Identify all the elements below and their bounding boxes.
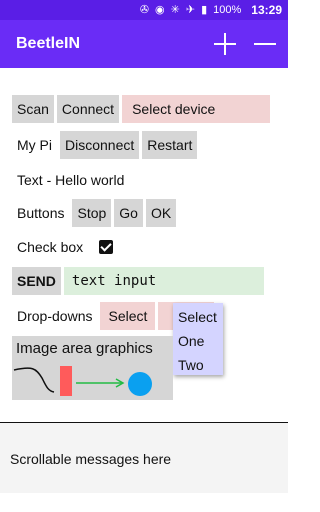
add-icon[interactable] bbox=[214, 33, 236, 55]
row-send: SEND text input bbox=[12, 267, 264, 295]
bluetooth-icon: ✳ bbox=[170, 3, 180, 16]
dropdown-menu: Select One Two bbox=[173, 303, 223, 375]
blue-circle bbox=[128, 372, 152, 396]
text-label: Text - Hello world bbox=[12, 166, 130, 194]
restart-button[interactable]: Restart bbox=[142, 131, 198, 159]
connect-button[interactable]: Connect bbox=[56, 95, 120, 123]
checkbox-label: Check box bbox=[12, 233, 89, 261]
row-text: Text - Hello world bbox=[12, 166, 130, 194]
disconnect-button[interactable]: Disconnect bbox=[60, 131, 140, 159]
check-box[interactable] bbox=[99, 240, 114, 254]
dropdowns-label: Drop-downs bbox=[12, 302, 98, 330]
remove-icon[interactable] bbox=[254, 33, 276, 55]
buttons-label: Buttons bbox=[12, 199, 70, 227]
app-title: BeetleIN bbox=[16, 35, 81, 52]
dropdown-option-two[interactable]: Two bbox=[178, 353, 223, 377]
send-button[interactable]: SEND bbox=[12, 267, 61, 295]
row-buttons: Buttons Stop Go OK bbox=[12, 199, 177, 227]
curve-line bbox=[13, 367, 55, 393]
usb-icon: ✇ bbox=[139, 3, 150, 16]
android-debug-icon: ◉ bbox=[155, 3, 165, 16]
row-scan: Scan Connect Select device bbox=[12, 95, 271, 123]
app-bar: BeetleIN bbox=[0, 20, 288, 68]
text-input-field[interactable]: text input bbox=[63, 267, 264, 295]
red-rectangle bbox=[60, 366, 72, 396]
ok-button[interactable]: OK bbox=[145, 199, 177, 227]
image-area[interactable]: Image area graphics bbox=[12, 336, 173, 400]
messages-text: Scrollable messages here bbox=[10, 451, 172, 467]
row-device: My Pi Disconnect Restart bbox=[12, 131, 198, 159]
device-name-label: My Pi bbox=[12, 131, 57, 159]
go-button[interactable]: Go bbox=[114, 199, 143, 227]
battery-percent: 100% bbox=[213, 4, 242, 16]
select-dropdown-1[interactable]: Select bbox=[100, 302, 156, 330]
image-graphics bbox=[13, 366, 152, 396]
row-checkbox: Check box bbox=[12, 233, 114, 261]
messages-area[interactable]: Scrollable messages here bbox=[0, 423, 288, 493]
airplane-icon: ✈ bbox=[185, 3, 196, 16]
dropdown-option-one[interactable]: One bbox=[178, 329, 223, 353]
battery-icon: ▮ bbox=[201, 3, 208, 16]
clock: 13:29 bbox=[251, 3, 282, 17]
stop-button[interactable]: Stop bbox=[72, 199, 112, 227]
scan-button[interactable]: Scan bbox=[12, 95, 54, 123]
select-device-dropdown[interactable]: Select device bbox=[122, 95, 271, 123]
status-bar: ✇ ◉ ✳ ✈ ▮ 100% 13:29 bbox=[0, 0, 288, 20]
dropdown-option-select[interactable]: Select bbox=[178, 305, 223, 329]
